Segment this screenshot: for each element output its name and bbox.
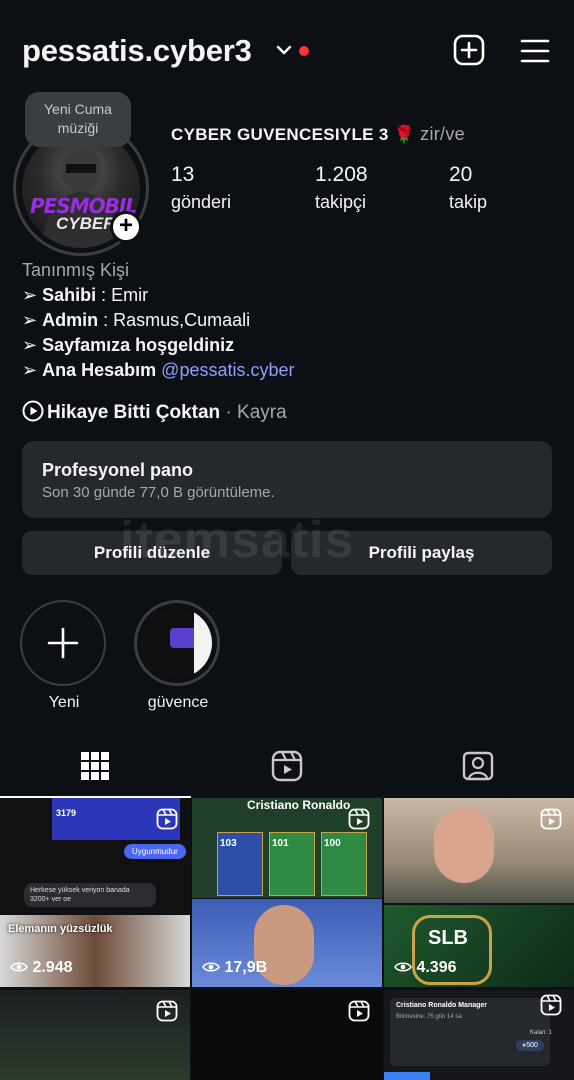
arrow-bullet-icon: ➢ <box>22 310 38 330</box>
bio-welcome-text: Sayfamıza hoşgeldiniz <box>42 335 235 355</box>
dashboard-subtitle: Son 30 günde 77,0 B görüntüleme. <box>42 484 275 501</box>
stat-followers[interactable]: 1.208 takipçi <box>315 163 368 213</box>
avatar-sub-text: CYBER <box>56 214 116 233</box>
tagged-person-icon <box>462 751 494 781</box>
create-post-icon[interactable] <box>453 34 485 66</box>
note-bubble[interactable]: Yeni Cuma müziği <box>25 92 131 147</box>
thumbnail-panel <box>194 608 212 678</box>
bio-line-main-account: ➢ Ana Hesabım @pessatis.cyber <box>22 360 295 381</box>
display-name-suffix: zir/ve <box>420 124 465 144</box>
profile-tabs <box>0 740 574 798</box>
notification-dot <box>299 46 309 56</box>
bio-owner-label: Sahibi <box>42 285 97 305</box>
stat-following[interactable]: 20 takip <box>449 163 487 213</box>
reel-icon <box>156 1000 178 1022</box>
post-thumb-score: 3179 <box>56 808 77 818</box>
eye-icon <box>202 962 220 972</box>
post-item[interactable] <box>384 798 574 903</box>
post-thumb-chat-text: Herkese yüksek veriyon banada 3200+ ver … <box>24 883 156 907</box>
post-item[interactable]: SLB 4.396 <box>384 905 574 987</box>
grid-icon <box>81 752 109 780</box>
eye-icon <box>10 962 28 972</box>
bio-line-owner: ➢ Sahibi : Emir <box>22 285 148 306</box>
post-item[interactable]: Cristiano Ronaldo Manager Bitimesine: 75… <box>384 990 574 1080</box>
post-item[interactable]: 17,9B <box>192 899 382 987</box>
arrow-bullet-icon: ➢ <box>22 360 38 380</box>
username-switcher[interactable]: pessatis.cyber3 <box>22 33 252 69</box>
menu-icon[interactable] <box>520 38 550 64</box>
post-thumb-title: Cristiano Ronaldo <box>247 798 351 812</box>
view-count: 2.948 <box>10 959 73 977</box>
player-card: 103 <box>217 832 263 896</box>
new-story-circle <box>20 600 106 686</box>
post-thumb-subtitle: Bitimesine: 75 gün 14 sa <box>396 1014 462 1020</box>
add-story-plus-icon[interactable]: + <box>110 211 142 243</box>
reel-icon <box>348 1000 370 1022</box>
tab-tagged[interactable] <box>382 740 573 798</box>
bio-line-welcome: ➢ Sayfamıza hoşgeldiniz <box>22 335 234 356</box>
stat-posts-label: gönderi <box>171 192 232 212</box>
bio-line-admin: ➢ Admin : Rasmus,Cumaali <box>22 310 250 331</box>
highlight-title: Hikaye Bitti Çoktan <box>47 402 221 423</box>
story-guvence-thumbnail <box>142 608 212 678</box>
eye-icon <box>394 962 412 972</box>
post-item[interactable] <box>192 990 382 1080</box>
watermark: itemsatis <box>120 511 355 569</box>
highlight-author: · Kayra <box>220 402 287 423</box>
play-circle-icon <box>22 400 44 422</box>
reel-icon <box>348 808 370 830</box>
story-guvence[interactable]: güvence <box>134 600 222 712</box>
stat-following-number: 20 <box>449 163 473 186</box>
post-thumb-progress <box>384 1072 430 1080</box>
reels-icon <box>271 750 303 782</box>
stat-posts-number: 13 <box>171 163 195 186</box>
post-thumb-caption: Cristiano Ronaldo Manager <box>396 1002 488 1009</box>
main-account-link[interactable]: @pessatis.cyber <box>161 360 294 380</box>
bio-main-account-label: Ana Hesabım <box>42 360 157 380</box>
post-thumb-chat-bubble: Uygunmudur <box>124 844 186 859</box>
post-thumb-face <box>434 808 494 883</box>
stat-following-label: takip <box>449 192 488 212</box>
post-item[interactable] <box>0 990 190 1080</box>
story-highlight-link[interactable]: Hikaye Bitti Çoktan · Kayra <box>22 400 287 424</box>
reel-icon <box>540 994 562 1016</box>
stat-followers-number: 1.208 <box>315 163 368 186</box>
bio-owner-value: : Emir <box>96 285 149 305</box>
rose-icon: 🌹 <box>393 125 416 144</box>
story-new[interactable]: Yeni <box>20 600 108 712</box>
view-count: 17,9B <box>202 959 267 977</box>
dashboard-title: Profesyonel pano <box>42 460 194 480</box>
arrow-bullet-icon: ➢ <box>22 285 38 305</box>
player-card: 101 <box>269 832 315 896</box>
view-count: 4.396 <box>394 959 457 977</box>
stat-followers-label: takipçi <box>315 192 367 212</box>
post-item[interactable]: Cristiano Ronaldo 103 101 100 <box>192 798 382 898</box>
tab-reels[interactable] <box>191 740 382 798</box>
reel-icon <box>156 808 178 830</box>
story-guvence-label: güvence <box>147 694 209 711</box>
post-thumb-caption: SLB <box>428 927 468 949</box>
player-card: 100 <box>321 832 367 896</box>
reel-icon <box>540 808 562 830</box>
profile-header: pessatis.cyber3 <box>0 0 574 100</box>
tab-posts-grid[interactable] <box>0 740 191 798</box>
plus-icon <box>47 627 79 659</box>
professional-dashboard[interactable]: Profesyonel pano Son 30 günde 77,0 B gör… <box>22 441 552 518</box>
stat-posts[interactable]: 13 gönderi <box>171 163 231 213</box>
arrow-bullet-icon: ➢ <box>22 335 38 355</box>
chevron-down-icon[interactable] <box>276 44 292 56</box>
post-item[interactable]: Elemanın yüzsüzlük 2.948 <box>0 915 190 987</box>
story-new-label: Yeni <box>48 694 80 711</box>
bio-admin-label: Admin <box>42 310 99 330</box>
display-name: CYBER GUVENCESIYLE 3 🌹 zir/ve <box>171 124 465 145</box>
bio-admin-value: : Rasmus,Cumaali <box>98 310 251 330</box>
post-item[interactable]: 3179 Uygunmudur Herkese yüksek veriyon b… <box>0 798 190 913</box>
post-thumb-remaining: Kalan: 1 <box>530 1030 553 1036</box>
post-thumb-coins: ●500 <box>516 1040 544 1051</box>
post-thumb-caption: Elemanın yüzsüzlük <box>8 923 113 935</box>
bio-category: Tanınmış Kişi <box>22 260 130 280</box>
display-name-text: CYBER GUVENCESIYLE 3 <box>171 125 389 144</box>
posts-grid: 3179 Uygunmudur Herkese yüksek veriyon b… <box>0 798 574 1080</box>
story-guvence-ring <box>134 600 220 686</box>
